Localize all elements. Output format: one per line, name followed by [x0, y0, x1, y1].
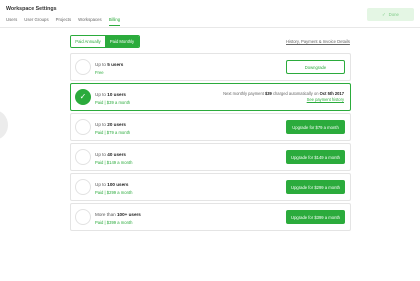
plan-radio[interactable] — [75, 59, 91, 75]
plan-price: Free — [95, 70, 104, 75]
plan-price: Paid | $399 a month — [95, 220, 133, 225]
billing-period-toggle[interactable]: Paid Annually Paid Monthly — [70, 35, 140, 48]
history-invoice-link[interactable]: History, Payment & Invoice Details — [286, 39, 350, 44]
check-icon: ✓ — [382, 11, 386, 17]
plan-name-prefix: Up to — [95, 122, 106, 127]
settings-header: Workspace Settings ✓ Done Users User Gro… — [0, 0, 420, 26]
downgrade-button[interactable]: Downgrade — [286, 60, 345, 74]
plan-row: Up to 20 users Paid | $79 a month Upgrad… — [70, 113, 351, 141]
decorative-shape — [0, 110, 8, 140]
upgrade-button[interactable]: Upgrade for $149 a month — [286, 150, 345, 164]
page-title: Workspace Settings — [6, 6, 57, 12]
done-button[interactable]: ✓ Done — [367, 8, 414, 21]
upgrade-button[interactable]: Upgrade for $299 a month — [286, 180, 345, 194]
plan-user-count: 40 users — [107, 152, 126, 157]
plan-name-prefix: Up to — [95, 92, 106, 97]
plan-row: Up to 100 users Paid | $299 a month Upgr… — [70, 173, 351, 201]
plan-name: Up to 10 users — [95, 92, 126, 97]
paid-monthly-option[interactable]: Paid Monthly — [105, 36, 139, 47]
plan-row: Up to 5 users Free Downgrade — [70, 53, 351, 81]
tab-billing[interactable]: Billing — [108, 17, 121, 26]
plan-radio[interactable] — [75, 149, 91, 165]
plan-price: Paid | $79 a month — [95, 130, 131, 135]
plan-row-current: ✓ Up to 10 users Paid | $39 a month Next… — [70, 83, 351, 111]
upgrade-button[interactable]: Upgrade for $79 a month — [286, 120, 345, 134]
plan-name: Up to 20 users — [95, 122, 126, 127]
tab-workspaces[interactable]: Workspaces — [78, 17, 102, 26]
plan-user-count: 100 users — [107, 182, 129, 187]
payment-history-link[interactable]: See payment history — [307, 97, 344, 102]
note-amount: $39 — [265, 91, 272, 96]
plan-name-prefix: Up to — [95, 62, 106, 67]
upgrade-button[interactable]: Upgrade for $399 a month — [286, 210, 345, 224]
plan-name-prefix: More than — [95, 212, 116, 217]
done-label: Done — [388, 12, 399, 17]
plan-name: More than 100+ users — [95, 212, 141, 217]
plan-user-count: 5 users — [107, 62, 124, 67]
plan-name: Up to 5 users — [95, 62, 123, 67]
tab-projects[interactable]: Projects — [56, 17, 72, 26]
plan-price: Paid | $39 a month — [95, 100, 131, 105]
settings-tabs: Users User Groups Projects Workspaces Bi… — [6, 17, 121, 26]
note-date: Oct 5th 2017 — [319, 91, 344, 96]
plan-price: Paid | $149 a month — [95, 160, 133, 165]
plan-radio[interactable] — [75, 179, 91, 195]
check-icon: ✓ — [79, 92, 87, 101]
tab-users[interactable]: Users — [6, 17, 17, 26]
plan-user-count: 10 users — [107, 92, 126, 97]
plan-radio[interactable] — [75, 119, 91, 135]
plan-name: Up to 40 users — [95, 152, 126, 157]
note-text: Next monthly payment — [223, 91, 264, 96]
plan-row: More than 100+ users Paid | $399 a month… — [70, 203, 351, 231]
tab-user-groups[interactable]: User Groups — [24, 17, 48, 26]
paid-annually-option[interactable]: Paid Annually — [71, 36, 105, 47]
plan-user-count: 100+ users — [116, 212, 141, 217]
plan-row: Up to 40 users Paid | $149 a month Upgra… — [70, 143, 351, 171]
plan-user-count: 20 users — [107, 122, 126, 127]
plan-list: Up to 5 users Free Downgrade ✓ Up to 10 … — [70, 53, 351, 233]
plan-name-prefix: Up to — [95, 182, 106, 187]
plan-radio[interactable] — [75, 209, 91, 225]
next-payment-note: Next monthly payment $39 charged automat… — [223, 91, 344, 103]
plan-name-prefix: Up to — [95, 152, 106, 157]
plan-price: Paid | $299 a month — [95, 190, 133, 195]
note-text-mid: charged automatically on — [272, 91, 319, 96]
plan-radio[interactable]: ✓ — [75, 89, 91, 105]
plan-name: Up to 100 users — [95, 182, 128, 187]
